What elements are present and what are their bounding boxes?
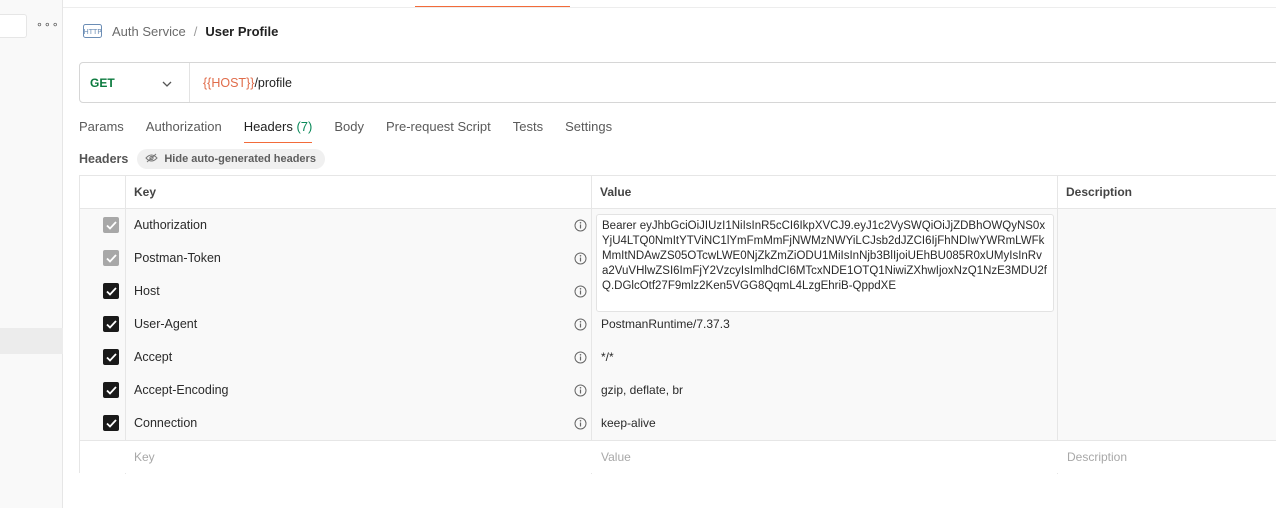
column-header-description: Description <box>1066 185 1133 199</box>
new-value-input[interactable]: Value <box>601 441 631 474</box>
chevron-down-icon <box>162 75 172 90</box>
header-key[interactable]: Authorization <box>134 209 207 242</box>
request-url-bar: GET {{HOST}}/profile <box>79 62 1276 103</box>
column-header-value: Value <box>600 185 632 199</box>
authorization-value-expanded[interactable]: Bearer eyJhbGciOiJIUzI1NiIsInR5cCI6IkpXV… <box>596 214 1054 312</box>
tab-params[interactable]: Params <box>79 118 124 143</box>
tab-headers-label: Headers <box>243 119 293 134</box>
svg-text:HTTP: HTTP <box>84 28 102 36</box>
hide-button-label: Hide auto-generated headers <box>164 153 316 165</box>
header-key[interactable]: Postman-Token <box>134 242 221 275</box>
tab-settings[interactable]: Settings <box>565 118 612 143</box>
breadcrumb-request-name[interactable]: User Profile <box>205 24 278 39</box>
headers-section-title: Headers <box>79 152 129 166</box>
info-icon[interactable] <box>574 351 587 364</box>
active-tab-indicator <box>415 0 570 7</box>
new-key-input[interactable]: Key <box>134 441 155 474</box>
tab-authorization[interactable]: Authorization <box>146 118 222 143</box>
header-value[interactable]: gzip, deflate, br <box>601 374 683 407</box>
http-request-icon: HTTP <box>83 23 102 39</box>
table-header: Key Value Description <box>80 176 1276 209</box>
header-key[interactable]: Host <box>134 275 160 308</box>
headers-table: Key Value Description Authorization Post… <box>79 175 1276 474</box>
url-variable: {{HOST}} <box>203 75 255 90</box>
info-icon[interactable] <box>574 252 587 265</box>
header-value[interactable]: */* <box>601 341 614 374</box>
tab-headers-count: (7) <box>296 119 313 134</box>
info-icon[interactable] <box>574 285 587 298</box>
left-sidebar: ∘∘∘ <box>0 0 63 508</box>
headers-toolbar: Headers Hide auto-generated headers <box>79 149 325 169</box>
tab-body[interactable]: Body <box>334 118 364 143</box>
info-icon[interactable] <box>574 318 587 331</box>
divider <box>63 7 1276 8</box>
header-value[interactable]: keep-alive <box>601 407 656 440</box>
table-row: User-Agent PostmanRuntime/7.37.3 <box>80 308 1276 341</box>
tab-pre-request-script[interactable]: Pre-request Script <box>386 118 491 143</box>
breadcrumb-separator: / <box>193 23 198 39</box>
row-checkbox[interactable] <box>103 349 119 365</box>
request-tabs: Params Authorization Headers (7) Body Pr… <box>79 118 634 143</box>
header-key[interactable]: Accept <box>134 341 172 374</box>
table-row: Connection keep-alive <box>80 407 1276 440</box>
sidebar-selected-item[interactable] <box>0 328 63 354</box>
header-value[interactable]: PostmanRuntime/7.37.3 <box>601 308 730 341</box>
more-options-icon[interactable]: ∘∘∘ <box>36 18 60 31</box>
url-input[interactable]: {{HOST}}/profile <box>190 76 292 90</box>
hide-auto-generated-headers-button[interactable]: Hide auto-generated headers <box>137 149 325 169</box>
row-checkbox[interactable] <box>103 415 119 431</box>
row-checkbox[interactable] <box>103 316 119 332</box>
tab-tests[interactable]: Tests <box>513 118 543 143</box>
new-description-input[interactable]: Description <box>1067 441 1127 474</box>
sidebar-search-box[interactable] <box>0 14 27 38</box>
info-icon[interactable] <box>574 384 587 397</box>
method-label: GET <box>90 75 115 90</box>
row-checkbox[interactable] <box>103 250 119 266</box>
breadcrumb-collection[interactable]: Auth Service <box>112 24 186 39</box>
header-key[interactable]: User-Agent <box>134 308 197 341</box>
table-row: Accept */* <box>80 341 1276 374</box>
tab-headers[interactable]: Headers (7) <box>243 118 313 143</box>
url-path: /profile <box>254 75 292 90</box>
row-checkbox[interactable] <box>103 382 119 398</box>
method-dropdown[interactable]: GET <box>80 63 190 102</box>
table-row: Accept-Encoding gzip, deflate, br <box>80 374 1276 407</box>
eye-off-icon <box>145 153 159 166</box>
info-icon[interactable] <box>574 417 587 430</box>
new-header-row: Key Value Description <box>80 440 1276 473</box>
info-icon[interactable] <box>574 219 587 232</box>
column-header-key: Key <box>134 185 157 199</box>
row-checkbox[interactable] <box>103 283 119 299</box>
header-key[interactable]: Accept-Encoding <box>134 374 229 407</box>
breadcrumb: HTTP Auth Service / User Profile <box>83 22 278 40</box>
row-checkbox[interactable] <box>103 217 119 233</box>
header-key[interactable]: Connection <box>134 407 197 440</box>
